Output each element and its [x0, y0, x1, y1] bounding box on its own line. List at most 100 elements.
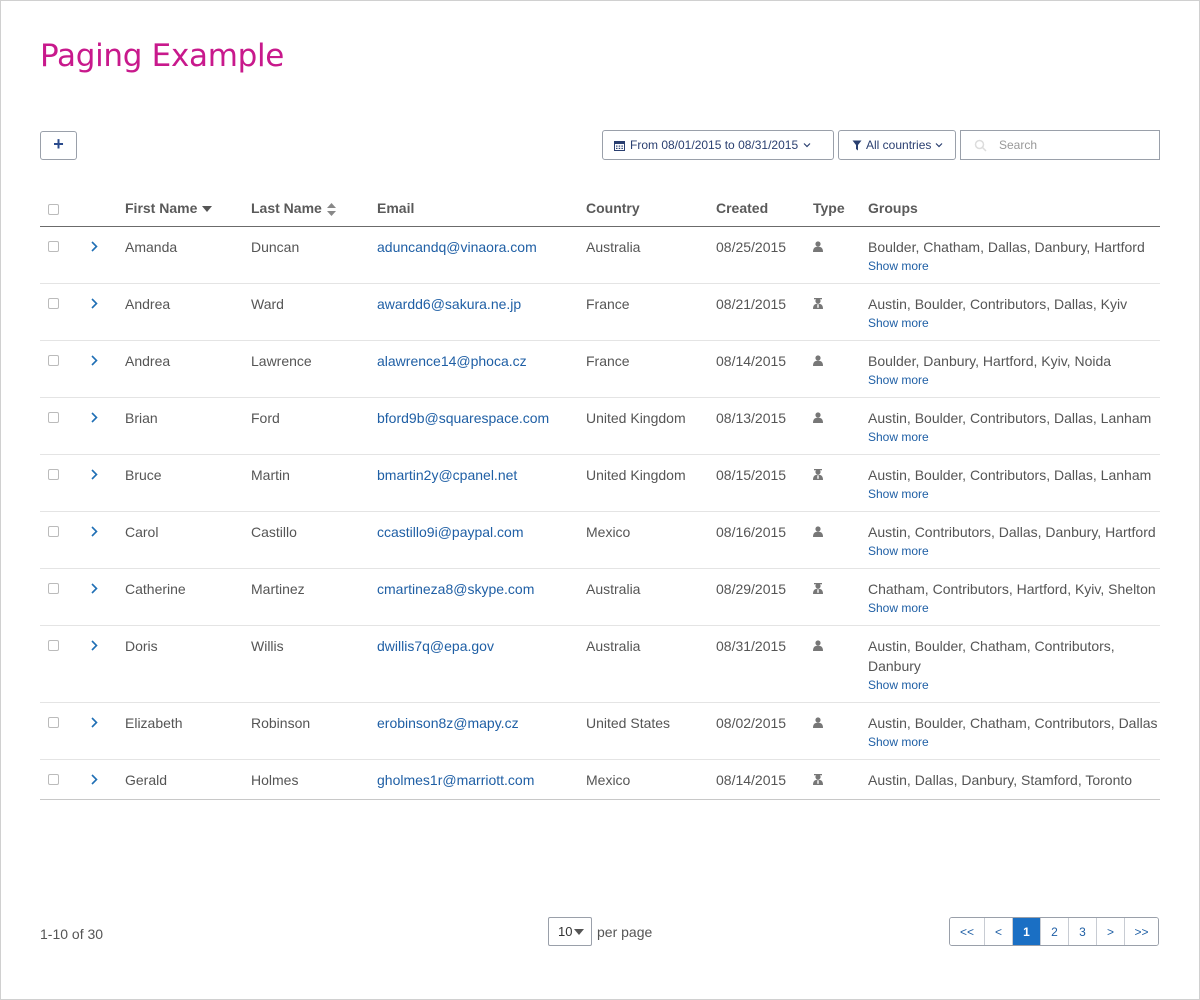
created-cell: 08/21/2015 — [716, 283, 813, 341]
type-cell — [813, 340, 868, 398]
type-cell — [813, 283, 868, 341]
last-name-cell: Holmes — [251, 759, 377, 800]
users-table: First Name Last Name Email Country Creat… — [40, 190, 1160, 800]
groups-cell: Austin, Contributors, Dallas, Danbury, H… — [868, 511, 1160, 569]
table-row[interactable]: Andrea Lawrence alawrence14@phoca.cz France… — [40, 340, 1160, 398]
expand-header — [83, 190, 125, 227]
table-row[interactable]: Carol Castillo ccastillo9i@paypal.com Mexic… — [40, 511, 1160, 569]
column-type[interactable]: Type — [813, 190, 868, 227]
chevron-right-icon[interactable] — [91, 237, 98, 257]
chevron-right-icon[interactable] — [91, 579, 98, 599]
date-range-button[interactable]: From 08/01/2015 to 08/31/2015 — [602, 130, 834, 160]
country-filter-button[interactable]: All countries — [838, 130, 956, 160]
created-cell: 08/31/2015 — [716, 625, 813, 703]
groups-cell: Boulder, Danbury, Hartford, Kyiv, Noida S… — [868, 340, 1160, 398]
chevron-right-icon[interactable] — [91, 713, 98, 733]
row-checkbox[interactable] — [48, 354, 59, 366]
row-checkbox[interactable] — [48, 716, 59, 728]
email-link[interactable]: ccastillo9i@paypal.com — [377, 524, 524, 540]
show-more-link[interactable]: Show more — [868, 677, 1160, 693]
column-email[interactable]: Email — [377, 190, 586, 227]
table-row[interactable]: Doris Willis dwillis7q@epa.gov Australia 08/… — [40, 625, 1160, 703]
type-cell — [813, 625, 868, 703]
groups-cell: Austin, Boulder, Contributors, Dallas, L… — [868, 454, 1160, 512]
show-more-link[interactable]: Show more — [868, 429, 1160, 445]
last-name-cell: Robinson — [251, 702, 377, 760]
email-link[interactable]: erobinson8z@mapy.cz — [377, 715, 519, 731]
type-cell — [813, 702, 868, 760]
first-name-cell: Amanda — [125, 226, 251, 284]
show-more-link[interactable]: Show more — [868, 600, 1160, 616]
row-checkbox[interactable] — [48, 468, 59, 480]
groups-cell: Austin, Boulder, Contributors, Dallas, L… — [868, 397, 1160, 455]
page-button[interactable]: 3 — [1068, 918, 1096, 945]
page-button[interactable]: << — [950, 918, 984, 945]
select-all-checkbox[interactable] — [48, 203, 59, 215]
row-checkbox[interactable] — [48, 639, 59, 651]
row-checkbox[interactable] — [48, 297, 59, 309]
email-link[interactable]: cmartineza8@skype.com — [377, 581, 534, 597]
page-button[interactable]: >> — [1124, 918, 1158, 945]
table-row[interactable]: Gerald Holmes gholmes1r@marriott.com Mexico… — [40, 759, 1160, 800]
last-name-cell: Castillo — [251, 511, 377, 569]
page-button[interactable]: > — [1096, 918, 1124, 945]
email-link[interactable]: bford9b@squarespace.com — [377, 410, 549, 426]
add-button[interactable]: + — [40, 131, 77, 160]
per-page-select[interactable]: 10 — [548, 917, 592, 946]
chevron-right-icon[interactable] — [91, 636, 98, 656]
row-checkbox[interactable] — [48, 773, 59, 785]
show-more-link[interactable]: Show more — [868, 543, 1160, 559]
email-link[interactable]: awardd6@sakura.ne.jp — [377, 296, 521, 312]
email-link[interactable]: alawrence14@phoca.cz — [377, 353, 527, 369]
row-select-cell — [40, 625, 83, 703]
column-created[interactable]: Created — [716, 190, 813, 227]
chevron-right-icon[interactable] — [91, 408, 98, 428]
email-link[interactable]: bmartin2y@cpanel.net — [377, 467, 517, 483]
show-more-link[interactable]: Show more — [868, 315, 1160, 331]
email-link[interactable]: gholmes1r@marriott.com — [377, 772, 534, 788]
page-button[interactable]: 1 — [1012, 918, 1040, 945]
chevron-right-icon[interactable] — [91, 294, 98, 314]
row-checkbox[interactable] — [48, 240, 59, 252]
chevron-right-icon[interactable] — [91, 522, 98, 542]
admin-icon — [813, 772, 823, 788]
groups-text: Boulder, Danbury, Hartford, Kyiv, Noida — [868, 352, 1112, 369]
column-last-name[interactable]: Last Name — [251, 190, 377, 227]
column-label: Last Name — [251, 199, 322, 216]
table-row[interactable]: Amanda Duncan aduncandq@vinaora.com Austral… — [40, 226, 1160, 284]
email-link[interactable]: aduncandq@vinaora.com — [377, 239, 537, 255]
chevron-right-icon[interactable] — [91, 770, 98, 790]
show-more-link[interactable]: Show more — [868, 734, 1160, 750]
country-cell: United Kingdom — [586, 454, 716, 512]
show-more-link[interactable]: Show more — [868, 372, 1160, 388]
column-country[interactable]: Country — [586, 190, 716, 227]
show-more-link[interactable]: Show more — [868, 258, 1160, 274]
user-icon — [813, 715, 823, 731]
groups-cell: Boulder, Chatham, Dallas, Danbury, Hartf… — [868, 226, 1160, 284]
show-more-link[interactable]: Show more — [868, 486, 1160, 502]
page-button[interactable]: 2 — [1040, 918, 1068, 945]
groups-text: Austin, Boulder, Contributors, Dallas, L… — [868, 409, 1152, 426]
table-row[interactable]: Andrea Ward awardd6@sakura.ne.jp France 08/2… — [40, 283, 1160, 341]
created-cell: 08/14/2015 — [716, 340, 813, 398]
search-input[interactable] — [999, 133, 1149, 157]
page-button[interactable]: < — [984, 918, 1012, 945]
row-checkbox[interactable] — [48, 411, 59, 423]
type-cell — [813, 759, 868, 800]
admin-icon — [813, 296, 823, 312]
row-checkbox[interactable] — [48, 582, 59, 594]
email-link[interactable]: dwillis7q@epa.gov — [377, 638, 494, 654]
table-row[interactable]: Brian Ford bford9b@squarespace.com United K… — [40, 397, 1160, 455]
chevron-right-icon[interactable] — [91, 465, 98, 485]
row-expand-cell — [83, 226, 125, 284]
column-first-name[interactable]: First Name — [125, 190, 251, 227]
table-row[interactable]: Catherine Martinez cmartineza8@skype.com Au… — [40, 568, 1160, 626]
row-checkbox[interactable] — [48, 525, 59, 537]
column-groups[interactable]: Groups — [868, 190, 1160, 227]
groups-cell: Austin, Boulder, Chatham, Contributors, … — [868, 702, 1160, 760]
row-select-cell — [40, 226, 83, 284]
table-row[interactable]: Bruce Martin bmartin2y@cpanel.net United Ki… — [40, 454, 1160, 512]
table-row[interactable]: Elizabeth Robinson erobinson8z@mapy.cz Unit… — [40, 702, 1160, 760]
groups-text: Austin, Contributors, Dallas, Danbury, H… — [868, 523, 1156, 540]
chevron-right-icon[interactable] — [91, 351, 98, 371]
